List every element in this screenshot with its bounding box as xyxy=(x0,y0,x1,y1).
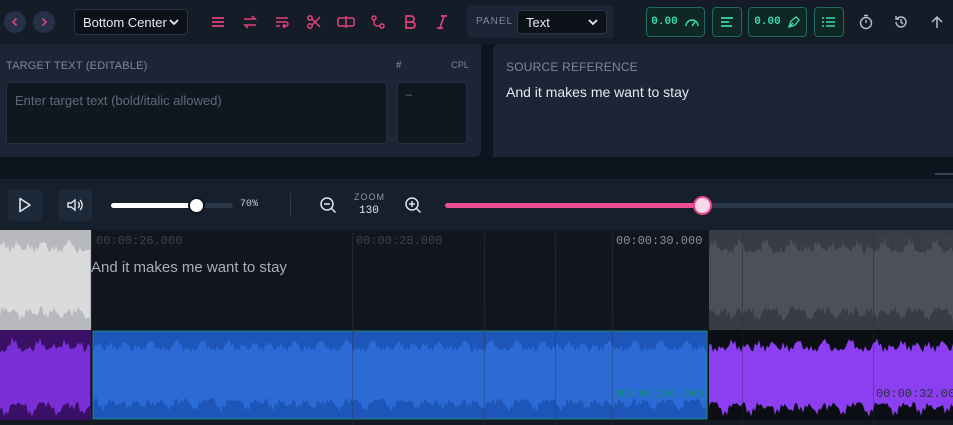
char-count-value: – xyxy=(406,89,413,101)
chevron-left-icon xyxy=(11,17,18,27)
time-marker: 00:00:26.000 xyxy=(96,234,183,248)
cpl-label: CPL xyxy=(451,60,470,70)
history-icon xyxy=(895,16,907,28)
list-button[interactable] xyxy=(814,7,844,37)
chevron-right-icon xyxy=(41,17,48,27)
zoom-in-button[interactable] xyxy=(401,193,425,217)
separator xyxy=(290,193,291,217)
speed-value: 0.00 xyxy=(651,16,678,28)
panel-select[interactable]: Text xyxy=(517,10,607,34)
gauge-icon xyxy=(684,19,699,27)
timer-button[interactable] xyxy=(856,12,876,32)
route-icon xyxy=(371,15,385,29)
speed-button[interactable]: 0.00 xyxy=(646,7,705,37)
scrub-slider-thumb[interactable] xyxy=(692,196,712,215)
split-button[interactable] xyxy=(304,12,324,32)
transport-bar: 70% ZOOM 130 xyxy=(0,179,953,230)
pen-button[interactable]: 0.00 xyxy=(748,7,807,37)
swap-button[interactable] xyxy=(240,12,260,32)
target-waveform xyxy=(0,330,953,425)
align-left-icon xyxy=(721,17,733,27)
align-justify-icon xyxy=(212,17,224,27)
play-icon xyxy=(19,197,31,213)
chevron-down-icon xyxy=(588,19,598,26)
panel-divider xyxy=(0,157,953,179)
grid-line xyxy=(742,230,743,330)
waveform-area[interactable]: 00:00:26.000 00:00:28.000 00:00:30.000 0… xyxy=(0,230,953,425)
swap-icon xyxy=(243,15,257,29)
play-button[interactable] xyxy=(8,189,42,221)
italic-icon xyxy=(437,15,447,29)
target-text-label: TARGET TEXT (EDITABLE) xyxy=(6,60,148,72)
grid-line xyxy=(352,230,353,330)
pen-tool-icon xyxy=(787,16,800,29)
zoom-label: ZOOM xyxy=(354,192,385,202)
source-reference-label: SOURCE REFERENCE xyxy=(506,60,638,74)
scissors-icon xyxy=(307,15,321,29)
time-marker-bottom: 00:00:32.00 xyxy=(876,387,953,401)
arrow-up-icon xyxy=(931,15,943,28)
subtitle-region-text[interactable]: And it makes me want to stay xyxy=(91,259,287,276)
wrap-text-button[interactable] xyxy=(272,12,292,32)
volume-slider[interactable] xyxy=(111,197,233,214)
pen-value: 0.00 xyxy=(754,16,781,28)
time-marker-bottom: 00:00:30.000 xyxy=(617,387,704,401)
scroll-top-button[interactable] xyxy=(927,12,947,32)
grid-line xyxy=(555,330,556,425)
timer-icon xyxy=(859,14,873,30)
chevron-down-icon xyxy=(169,19,179,26)
history-button[interactable] xyxy=(891,12,911,32)
grid-line xyxy=(742,330,743,425)
volume-icon xyxy=(67,198,83,212)
wrap-text-icon xyxy=(276,17,289,29)
grid-line xyxy=(873,330,874,425)
grid-line xyxy=(612,230,613,330)
volume-slider-fill xyxy=(111,203,197,208)
volume-slider-thumb[interactable] xyxy=(188,197,206,214)
zoom-value: 130 xyxy=(359,205,379,217)
time-marker: 00:00:28.000 xyxy=(356,234,443,248)
position-select[interactable]: Bottom Center xyxy=(74,9,188,35)
panel-select-value: Text xyxy=(526,14,550,30)
resize-handle[interactable] xyxy=(935,173,953,175)
volume-percent: 70% xyxy=(240,199,259,210)
char-count-box: – xyxy=(397,82,467,144)
scrub-slider[interactable] xyxy=(445,196,953,215)
next-button[interactable] xyxy=(33,11,55,33)
grid-line xyxy=(91,330,92,425)
volume-button[interactable] xyxy=(58,189,92,221)
zoom-out-icon xyxy=(320,197,337,214)
zoom-in-icon xyxy=(405,197,422,214)
target-text-placeholder: Enter target text (bold/italic allowed) xyxy=(15,93,222,108)
source-reference-text: And it makes me want to stay xyxy=(506,84,689,100)
hash-label: # xyxy=(396,60,402,71)
target-text-input[interactable]: Enter target text (bold/italic allowed) xyxy=(6,82,387,144)
time-marker: 00:00:32.000 xyxy=(876,234,953,248)
grid-line xyxy=(873,230,874,330)
italic-button[interactable] xyxy=(432,12,452,32)
zoom-out-button[interactable] xyxy=(316,193,340,217)
grid-line xyxy=(91,230,92,330)
grid-line xyxy=(555,230,556,330)
bold-button[interactable] xyxy=(400,12,420,32)
bold-icon xyxy=(405,15,416,29)
time-marker: 00:00:30.000 xyxy=(616,234,703,248)
text-cursor-box-icon xyxy=(337,16,355,28)
toolbar: Bottom Center PANEL Text 0.00 0.00 xyxy=(0,0,953,44)
lane-footer xyxy=(0,420,953,425)
scrub-slider-fill xyxy=(445,203,702,208)
position-select-value: Bottom Center xyxy=(83,14,167,30)
route-button[interactable] xyxy=(368,12,388,32)
panel-label: PANEL xyxy=(476,16,514,27)
align-left-button[interactable] xyxy=(712,7,742,37)
grid-line xyxy=(484,230,485,330)
grid-line xyxy=(352,330,353,425)
grid-line xyxy=(612,330,613,425)
merge-button[interactable] xyxy=(336,12,356,32)
prev-button[interactable] xyxy=(4,11,26,33)
waveform-shape xyxy=(0,240,90,321)
list-icon xyxy=(822,17,835,27)
grid-line xyxy=(484,330,485,425)
align-justify-button[interactable] xyxy=(208,12,228,32)
